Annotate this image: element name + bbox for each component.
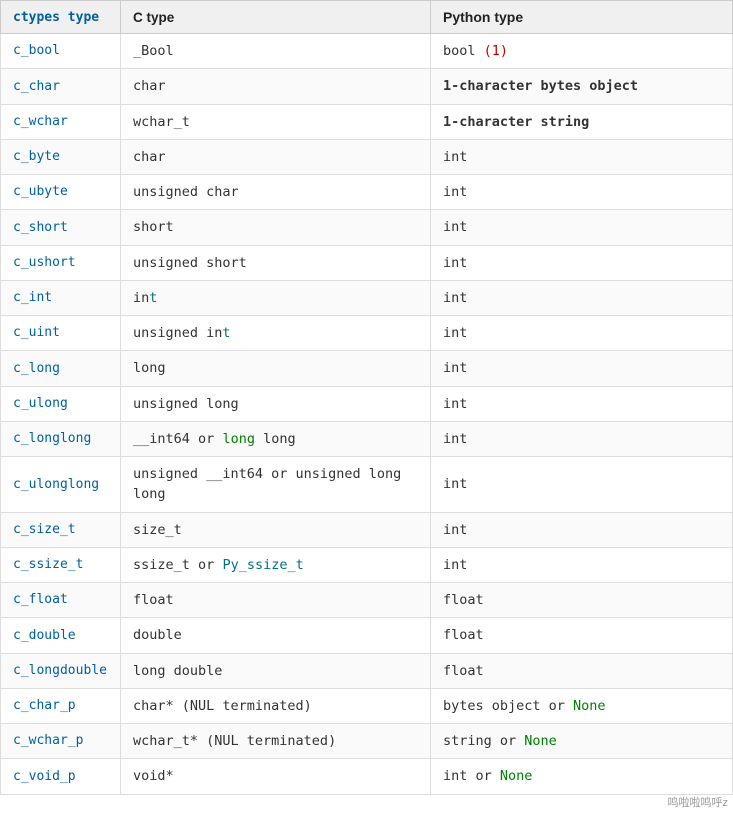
- table-row: c_shortshortint: [1, 210, 733, 245]
- cell-ctypes: c_char_p: [1, 688, 121, 723]
- cell-ctype: long: [121, 351, 431, 386]
- cell-ctypes: c_long: [1, 351, 121, 386]
- cell-python: int: [431, 139, 733, 174]
- cell-ctype: __int64 or long long: [121, 421, 431, 456]
- cell-ctypes: c_size_t: [1, 512, 121, 547]
- cell-ctype: wchar_t: [121, 104, 431, 139]
- cell-python: float: [431, 583, 733, 618]
- table-row: c_uintunsigned intint: [1, 316, 733, 351]
- table-row: c_ssize_tssize_t or Py_ssize_tint: [1, 547, 733, 582]
- cell-ctypes: c_wchar_p: [1, 724, 121, 759]
- cell-python: 1-character string: [431, 104, 733, 139]
- table-row: c_wcharwchar_t1-character string: [1, 104, 733, 139]
- cell-ctype: unsigned short: [121, 245, 431, 280]
- cell-ctypes: c_longdouble: [1, 653, 121, 688]
- header-ctype: C type: [121, 1, 431, 34]
- cell-python: int: [431, 351, 733, 386]
- table-row: c_ulonglongunsigned __int64 or unsigned …: [1, 457, 733, 513]
- cell-ctype: char* (NUL terminated): [121, 688, 431, 723]
- cell-ctype: double: [121, 618, 431, 653]
- cell-python: int: [431, 386, 733, 421]
- cell-ctypes: c_int: [1, 280, 121, 315]
- cell-python: int: [431, 512, 733, 547]
- cell-ctype: unsigned char: [121, 175, 431, 210]
- cell-ctypes: c_ubyte: [1, 175, 121, 210]
- ctypes-table: ctypes type C type Python type c_bool_Bo…: [0, 0, 733, 795]
- cell-ctype: void*: [121, 759, 431, 794]
- cell-python: int or None: [431, 759, 733, 794]
- table-row: c_floatfloatfloat: [1, 583, 733, 618]
- table-row: c_bytecharint: [1, 139, 733, 174]
- cell-ctypes: c_ssize_t: [1, 547, 121, 582]
- table-row: c_doubledoublefloat: [1, 618, 733, 653]
- cell-ctypes: c_void_p: [1, 759, 121, 794]
- cell-ctype: char: [121, 69, 431, 104]
- cell-python: int: [431, 421, 733, 456]
- table-row: c_char_pchar* (NUL terminated)bytes obje…: [1, 688, 733, 723]
- cell-ctype: int: [121, 280, 431, 315]
- cell-ctype: unsigned int: [121, 316, 431, 351]
- cell-python: int: [431, 210, 733, 245]
- cell-python: float: [431, 653, 733, 688]
- cell-ctypes: c_longlong: [1, 421, 121, 456]
- cell-ctypes: c_ulong: [1, 386, 121, 421]
- cell-python: int: [431, 547, 733, 582]
- table-row: c_longlong__int64 or long longint: [1, 421, 733, 456]
- table-row: c_longlongint: [1, 351, 733, 386]
- cell-ctype: size_t: [121, 512, 431, 547]
- cell-ctypes: c_wchar: [1, 104, 121, 139]
- cell-python: int: [431, 316, 733, 351]
- cell-ctypes: c_bool: [1, 34, 121, 69]
- cell-ctype: char: [121, 139, 431, 174]
- cell-python: float: [431, 618, 733, 653]
- cell-ctype: float: [121, 583, 431, 618]
- table-row: c_intintint: [1, 280, 733, 315]
- table-row: c_longdoublelong doublefloat: [1, 653, 733, 688]
- cell-python: 1-character bytes object: [431, 69, 733, 104]
- cell-python: int: [431, 175, 733, 210]
- cell-ctype: long double: [121, 653, 431, 688]
- cell-ctype: wchar_t* (NUL terminated): [121, 724, 431, 759]
- cell-python: int: [431, 280, 733, 315]
- cell-ctypes: c_byte: [1, 139, 121, 174]
- cell-python: int: [431, 457, 733, 513]
- cell-python: int: [431, 245, 733, 280]
- cell-python: bool (1): [431, 34, 733, 69]
- table-row: c_bool_Boolbool (1): [1, 34, 733, 69]
- cell-ctype: ssize_t or Py_ssize_t: [121, 547, 431, 582]
- cell-python: string or None: [431, 724, 733, 759]
- watermark: 鸣啦啦鸣呼z: [668, 794, 729, 810]
- cell-ctypes: c_uint: [1, 316, 121, 351]
- cell-ctype: short: [121, 210, 431, 245]
- cell-python: bytes object or None: [431, 688, 733, 723]
- table-row: c_ulongunsigned longint: [1, 386, 733, 421]
- table-row: c_ubyteunsigned charint: [1, 175, 733, 210]
- cell-ctype: unsigned long: [121, 386, 431, 421]
- table-header-row: ctypes type C type Python type: [1, 1, 733, 34]
- table-row: c_charchar1-character bytes object: [1, 69, 733, 104]
- cell-ctypes: c_double: [1, 618, 121, 653]
- table-row: c_size_tsize_tint: [1, 512, 733, 547]
- table-row: c_ushortunsigned shortint: [1, 245, 733, 280]
- cell-ctypes: c_ulonglong: [1, 457, 121, 513]
- header-python: Python type: [431, 1, 733, 34]
- table-row: c_void_pvoid*int or None: [1, 759, 733, 794]
- cell-ctypes: c_short: [1, 210, 121, 245]
- cell-ctypes: c_float: [1, 583, 121, 618]
- table-row: c_wchar_pwchar_t* (NUL terminated)string…: [1, 724, 733, 759]
- cell-ctypes: c_char: [1, 69, 121, 104]
- cell-ctype: _Bool: [121, 34, 431, 69]
- cell-ctype: unsigned __int64 or unsigned long long: [121, 457, 431, 513]
- cell-ctypes: c_ushort: [1, 245, 121, 280]
- header-ctypes: ctypes type: [1, 1, 121, 34]
